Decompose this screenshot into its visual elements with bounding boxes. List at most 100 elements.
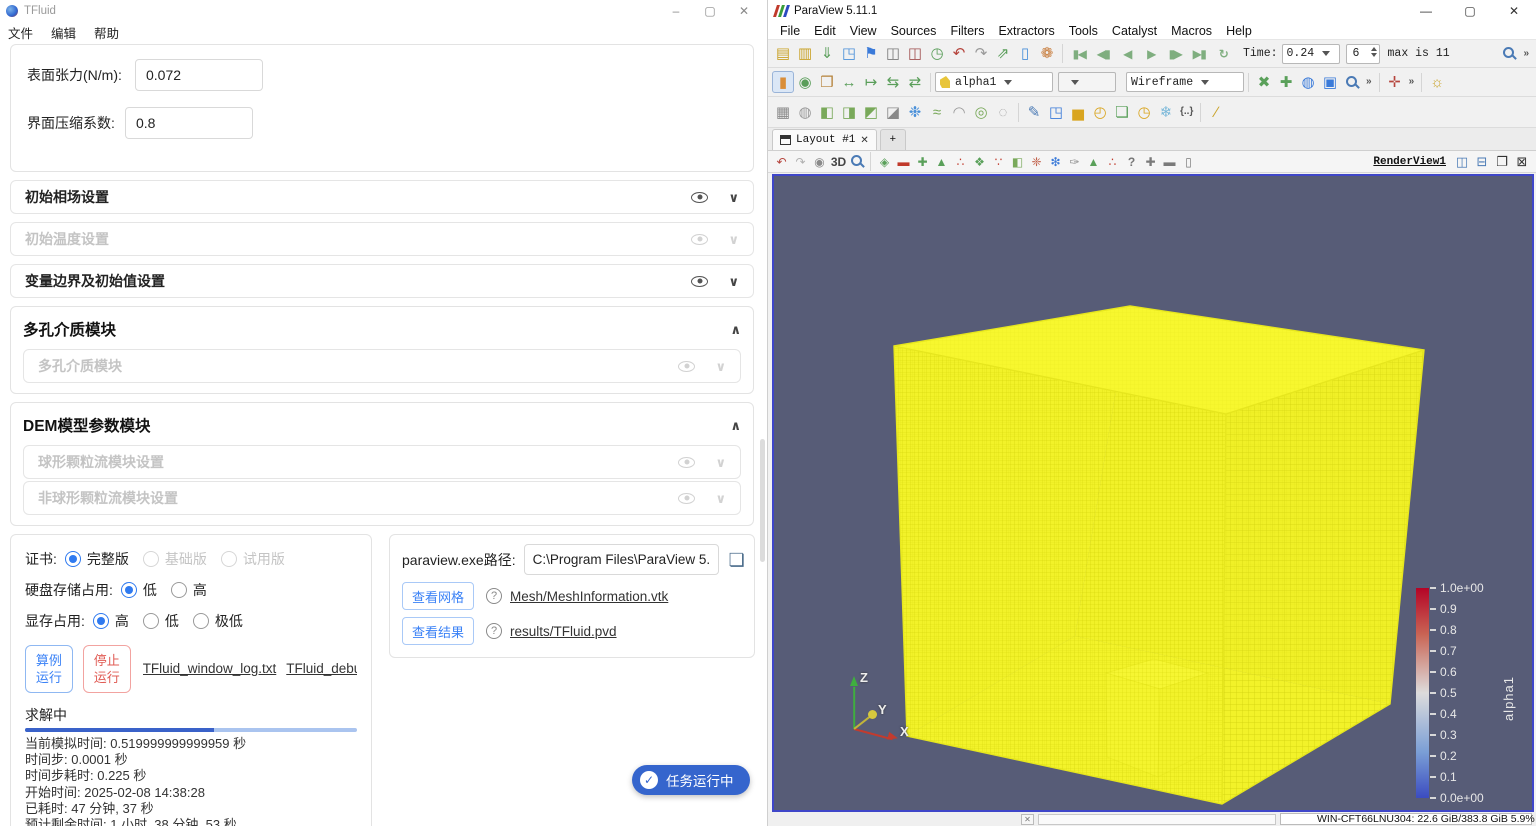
menu-file[interactable]: File [774, 24, 806, 38]
close-view-icon[interactable]: ⊠ [1512, 153, 1532, 171]
radio-selected-icon[interactable] [93, 613, 109, 629]
component-combo[interactable] [1058, 72, 1116, 92]
eye-icon[interactable] [678, 493, 695, 504]
group-datasets-icon[interactable]: ◎ [970, 101, 992, 123]
help-icon[interactable]: ? [486, 588, 502, 604]
debug-log-link[interactable]: TFluid_debug_log.txt [286, 661, 357, 676]
contour-icon[interactable]: ◍ [794, 101, 816, 123]
maximize-icon[interactable]: ▢ [693, 1, 727, 21]
eye-icon[interactable] [678, 361, 695, 372]
camera-undo-icon[interactable]: ↶ [772, 152, 791, 171]
rescale-temporal-range-icon[interactable]: ⇆ [882, 71, 904, 93]
rescale-custom-range-icon[interactable]: ↦ [860, 71, 882, 93]
save-data-icon[interactable]: ▥ [794, 43, 816, 65]
surface-tension-input[interactable] [135, 59, 263, 91]
remove-view-icon[interactable]: ▬ [1160, 152, 1179, 171]
slice-icon[interactable]: ◨ [838, 101, 860, 123]
first-frame-icon[interactable]: ▮◀ [1067, 43, 1091, 65]
radio-icon[interactable] [171, 582, 187, 598]
menu-help[interactable]: Help [1220, 24, 1258, 38]
chevron-down-icon[interactable]: ∨ [715, 360, 726, 373]
eye-icon[interactable] [691, 234, 708, 245]
menu-file[interactable]: 文件 [8, 23, 33, 42]
extract-subset-icon[interactable]: ◪ [882, 101, 904, 123]
color-map-palette-icon[interactable]: ❁ [1036, 43, 1058, 65]
previous-frame-icon[interactable]: ◀▮ [1091, 43, 1115, 65]
chevron-down-icon[interactable]: ∨ [728, 191, 739, 204]
zoom-to-data-icon[interactable]: ✚ [1275, 71, 1297, 93]
color-legend-bar[interactable] [1416, 588, 1429, 798]
radio-selected-icon[interactable] [121, 582, 137, 598]
new-layout-tab[interactable]: + [880, 129, 906, 150]
close-icon[interactable]: ✕ [727, 1, 761, 21]
select-points-polygon-icon[interactable]: ∵ [989, 152, 1008, 171]
probe-location-icon[interactable]: ✎ [1023, 101, 1045, 123]
glyph-icon[interactable]: ❉ [904, 101, 926, 123]
plot-selection-over-time-icon[interactable]: ❏ [1111, 101, 1133, 123]
abort-progress-icon[interactable]: ✕ [1021, 814, 1034, 825]
view-result-button[interactable]: 查看结果 [402, 617, 474, 645]
vram-high-option[interactable]: 高 [93, 611, 129, 631]
task-running-pill[interactable]: ✓ 任务运行中 [632, 765, 750, 795]
spherical-particle-bar[interactable]: 球形颗粒流模块设置 ∨ [23, 445, 741, 479]
last-frame-icon[interactable]: ▶▮ [1187, 43, 1211, 65]
zoom-view-icon[interactable] [851, 155, 862, 166]
file-browse-icon[interactable]: ❏ [729, 551, 745, 569]
menu-view[interactable]: View [844, 24, 883, 38]
help-icon[interactable]: ? [486, 623, 502, 639]
menu-filters[interactable]: Filters [944, 24, 990, 38]
select-cells-rect-icon[interactable]: ▲ [932, 152, 951, 171]
porous-media-header[interactable]: 多孔介质模块 ∧ [23, 311, 741, 347]
select-points-rect-icon[interactable]: ∴ [951, 152, 970, 171]
interactive-select-cells-icon[interactable]: ❈ [1027, 152, 1046, 171]
clear-selection-icon[interactable]: ▬ [894, 152, 913, 171]
stream-tracer-icon[interactable]: ≈ [926, 101, 948, 123]
history-icon[interactable]: ◷ [926, 43, 948, 65]
vram-verylow-option[interactable]: 极低 [193, 611, 243, 631]
toggle-color-legend-icon[interactable]: ▮ [772, 71, 794, 93]
delete-icon[interactable]: ▯ [1179, 152, 1198, 171]
zoom-time-icon[interactable] [1503, 47, 1514, 58]
select-cells-polygon-icon[interactable]: ❖ [970, 152, 989, 171]
close-icon[interactable]: ✕ [1492, 1, 1536, 22]
zoom-to-box-icon[interactable] [1346, 76, 1357, 87]
extract-level-icon[interactable]: ◌ [992, 101, 1014, 123]
color-palette-flag-icon[interactable]: ⚑ [860, 43, 882, 65]
hover-points-icon[interactable]: ✑ [1065, 152, 1084, 171]
time-value-combo[interactable]: 0.24 [1282, 44, 1340, 64]
loop-icon[interactable]: ↻ [1211, 43, 1235, 65]
select-tri-icon[interactable]: ▲ [1084, 152, 1103, 171]
light-kit-icon[interactable]: ☼ [1426, 71, 1448, 93]
maximize-view-icon[interactable]: ❐ [1492, 153, 1512, 171]
vram-low-option[interactable]: 低 [143, 611, 179, 631]
axes-overflow-icon[interactable]: » [1406, 71, 1418, 93]
disk-low-option[interactable]: 低 [121, 580, 157, 600]
split-horizontal-icon[interactable]: ◫ [1452, 153, 1472, 171]
view-3d-toggle[interactable]: 3D [829, 152, 848, 171]
paraview-path-input[interactable] [524, 544, 719, 575]
compression-coeff-input[interactable] [125, 107, 253, 139]
select-dots-icon[interactable]: ∴ [1103, 152, 1122, 171]
zoom-closest-icon[interactable]: ▣ [1319, 71, 1341, 93]
plot-data-over-time-icon[interactable]: ◷ [1133, 101, 1155, 123]
select-cells-on-icon[interactable]: ◈ [875, 152, 894, 171]
edit-color-map-icon[interactable]: ◉ [794, 71, 816, 93]
play-backward-icon[interactable]: ◀ [1115, 43, 1139, 65]
frame-spinbox[interactable]: 6 [1346, 44, 1380, 64]
initial-phase-field-bar[interactable]: 初始相场设置 ∨ [10, 180, 754, 214]
separate-color-map-icon[interactable]: ❒ [816, 71, 838, 93]
porous-media-bar[interactable]: 多孔介质模块 ∨ [23, 349, 741, 383]
view-mesh-button[interactable]: 查看网格 [402, 582, 474, 610]
result-file-link[interactable]: results/TFluid.pvd [510, 624, 617, 639]
toolbar-overflow-icon[interactable]: » [1520, 43, 1532, 65]
scrollbar-thumb[interactable] [760, 439, 765, 562]
menu-catalyst[interactable]: Catalyst [1106, 24, 1163, 38]
mesh-file-link[interactable]: Mesh/MeshInformation.vtk [510, 589, 668, 604]
capture-view-icon[interactable]: ◉ [810, 152, 829, 171]
variable-boundary-bar[interactable]: 变量边界及初始值设置 ∨ [10, 264, 754, 298]
license-full-option[interactable]: 完整版 [65, 549, 129, 569]
license-trial-option[interactable]: 试用版 [221, 549, 285, 569]
eye-icon[interactable] [678, 457, 695, 468]
camera-overflow-icon[interactable]: » [1363, 71, 1375, 93]
next-frame-icon[interactable]: ▮▶ [1163, 43, 1187, 65]
